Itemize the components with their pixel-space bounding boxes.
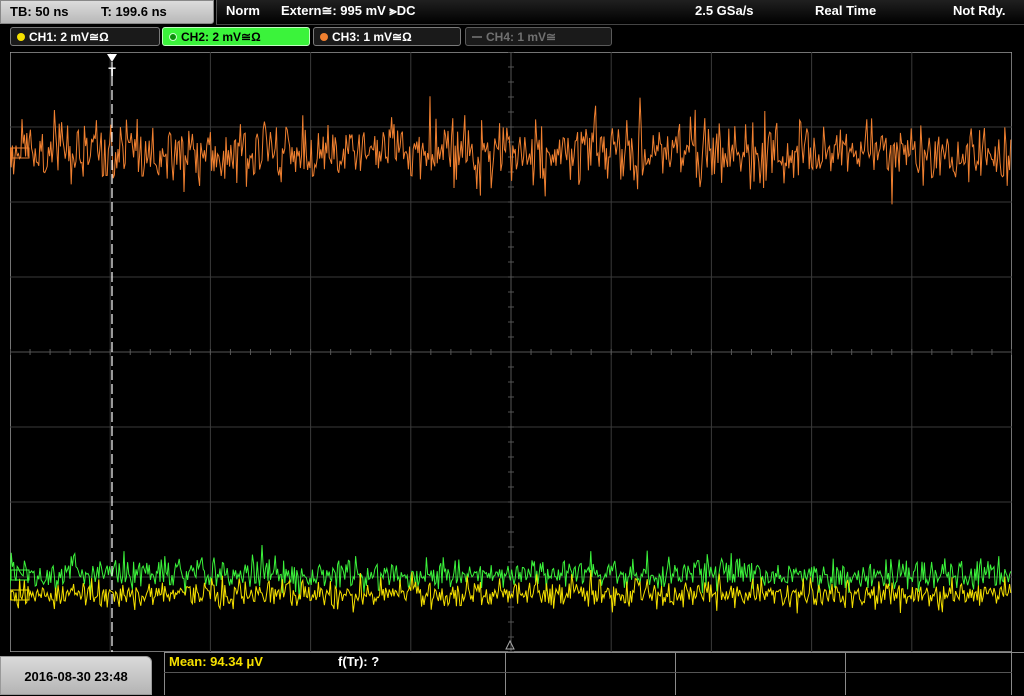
channel-2-tab[interactable]: CH2: 2 mV≅Ω (162, 27, 310, 46)
acquisition-mode-label: Real Time (815, 3, 877, 18)
channel-3-tab[interactable]: CH3: 1 mV≅Ω (313, 27, 461, 46)
timebase-box[interactable]: TB: 50 ns T: 199.6 ns (0, 0, 214, 24)
channel-4-label: CH4: 1 mV≅ (486, 30, 557, 44)
waveform-display[interactable]: T (10, 52, 1012, 652)
sample-rate-label: 2.5 GSa/s (695, 3, 754, 18)
measurement-cell-divider (845, 653, 846, 695)
acquisition-status-label: Not Rdy. (953, 3, 1006, 18)
measurement-cell-divider (675, 653, 676, 695)
channel-3-color-icon (320, 33, 328, 41)
top-status-bar: TB: 50 ns T: 199.6 ns Norm Extern≅: 995 … (0, 0, 1024, 25)
channel-1-label: CH1: 2 mV≅Ω (29, 30, 109, 44)
measurement-bar (164, 652, 1024, 696)
svg-text:T: T (108, 65, 116, 79)
acquisition-status-bar[interactable]: Norm Extern≅: 995 mV ⪢DC 2.5 GSa/s Real … (216, 0, 1024, 25)
channel-4-color-icon (472, 36, 482, 38)
timebase-label: TB: 50 ns (10, 4, 69, 19)
trigger-mode-label: Norm (226, 3, 260, 18)
measurement-row-divider (164, 672, 1012, 673)
channel-1-color-icon (17, 33, 25, 41)
measurement-cell-divider (1011, 653, 1012, 695)
trigger-time-label: T: 199.6 ns (101, 4, 167, 19)
measurement-cell-divider (164, 653, 165, 695)
date-time-box[interactable]: 2016-08-30 23:48 (0, 656, 152, 695)
channel-2-color-icon (169, 33, 177, 41)
trigger-source-label: Extern≅: 995 mV ⪢DC (281, 3, 416, 18)
channel-1-tab[interactable]: CH1: 2 mV≅Ω (10, 27, 160, 46)
channel-2-label: CH2: 2 mV≅Ω (181, 30, 261, 44)
date-time-label: 2016-08-30 23:48 (24, 669, 128, 684)
channel-4-tab[interactable]: CH4: 1 mV≅ (465, 27, 612, 46)
channel-3-label: CH3: 1 mV≅Ω (332, 30, 412, 44)
mean-measurement[interactable]: Mean: 94.34 μV (169, 654, 263, 669)
trigger-frequency-measurement[interactable]: f(Tr): ? (338, 654, 379, 669)
measurement-cell-divider (505, 653, 506, 695)
